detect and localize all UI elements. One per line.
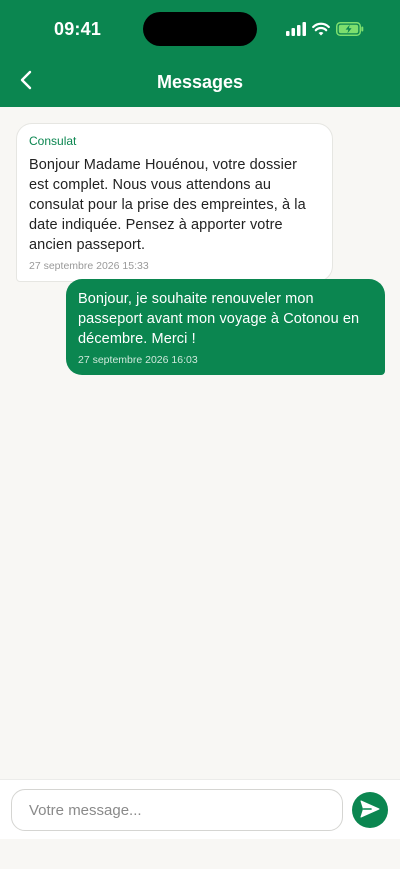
signal-icon: [286, 22, 306, 36]
message-composer: [0, 779, 400, 839]
battery-icon: [336, 22, 364, 36]
status-bar: 09:41: [0, 0, 400, 58]
wifi-icon: [312, 22, 330, 36]
send-button[interactable]: [352, 792, 388, 828]
status-time: 09:41: [54, 19, 102, 39]
message-sender: Consulat: [29, 134, 77, 148]
message-list[interactable]: Consulat Bonjour Madame Houénou, votre d…: [0, 107, 400, 779]
home-indicator-area: [0, 839, 400, 869]
page-title: Messages: [156, 72, 244, 92]
nav-bar: Messages: [0, 58, 400, 107]
message-bubble-incoming: Consulat Bonjour Madame Houénou, votre d…: [16, 123, 333, 282]
send-icon: [360, 800, 380, 821]
status-icons: [286, 20, 364, 38]
message-bubble-outgoing: Bonjour, je souhaite renouveler mon pass…: [66, 279, 385, 375]
dynamic-island: [143, 12, 257, 46]
message-text: Bonjour Madame Houénou, votre dossier es…: [29, 157, 306, 253]
message-timestamp: 27 septembre 2026 16:03: [78, 354, 198, 366]
app-header: 09:41 Messages: [0, 0, 400, 107]
message-input[interactable]: [11, 789, 343, 831]
message-text: Bonjour, je souhaite renouveler mon pass…: [78, 291, 360, 347]
message-timestamp: 27 septembre 2026 15:33: [29, 260, 149, 272]
